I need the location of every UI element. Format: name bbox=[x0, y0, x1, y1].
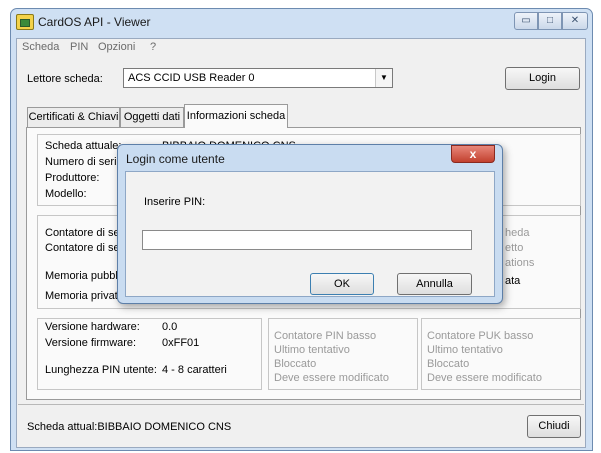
ok-button[interactable]: OK bbox=[310, 273, 374, 295]
chiudi-button[interactable]: Chiudi bbox=[527, 415, 581, 438]
memory-label-2: Contatore di ses bbox=[45, 242, 126, 254]
card-label-scheda-attuale: Scheda attuale: bbox=[45, 140, 122, 152]
login-button[interactable]: Login bbox=[505, 67, 580, 90]
pin-length-value: 4 - 8 caratteri bbox=[162, 364, 227, 376]
minimize-button[interactable]: ▭ bbox=[514, 12, 538, 30]
menu-scheda[interactable]: Scheda bbox=[22, 41, 59, 53]
close-window-button[interactable]: ✕ bbox=[562, 12, 588, 30]
window-title: CardOS API - Viewer bbox=[38, 15, 151, 29]
reader-select[interactable]: ACS CCID USB Reader 0 ▼ bbox=[123, 68, 393, 88]
close-icon: ✕ bbox=[570, 15, 580, 26]
dialog-title: Login come utente bbox=[126, 152, 225, 166]
maximize-icon: □ bbox=[546, 15, 554, 26]
pin-status-must-change: Deve essere modificato bbox=[274, 372, 389, 384]
pin-input[interactable] bbox=[142, 230, 472, 250]
reader-label: Lettore scheda: bbox=[27, 73, 103, 85]
puk-status-must-change: Deve essere modificato bbox=[427, 372, 542, 384]
memory-label-1: Contatore di ses bbox=[45, 227, 126, 239]
memory-state-3: ations bbox=[505, 257, 535, 269]
status-separator bbox=[18, 404, 584, 405]
puk-status-last-try: Ultimo tentativo bbox=[427, 344, 503, 356]
memory-label-4: Memoria privata bbox=[45, 290, 124, 302]
tab-certificati[interactable]: Certificati & Chiavi bbox=[27, 107, 120, 127]
memory-state-2: etto bbox=[505, 242, 524, 254]
tab-oggetti-dati[interactable]: Oggetti dati bbox=[120, 107, 184, 127]
hw-version-label: Versione hardware: bbox=[45, 321, 140, 333]
fw-version-label: Versione firmware: bbox=[45, 337, 137, 349]
tab-informazioni-scheda[interactable]: Informazioni scheda bbox=[184, 104, 288, 128]
memory-label-3: Memoria pubblic bbox=[45, 270, 126, 282]
menu-help[interactable]: ? bbox=[150, 41, 156, 53]
pin-status-last-try: Ultimo tentativo bbox=[274, 344, 350, 356]
pin-status-blocked: Bloccato bbox=[274, 358, 317, 370]
memory-state-1: heda bbox=[505, 227, 530, 239]
card-label-produttore: Produttore: bbox=[45, 172, 100, 184]
puk-status-blocked: Bloccato bbox=[427, 358, 470, 370]
pin-length-label: Lunghezza PIN utente: bbox=[45, 364, 157, 376]
dialog-close-button[interactable]: x bbox=[451, 145, 495, 163]
fw-version-value: 0xFF01 bbox=[162, 337, 200, 349]
maximize-button[interactable]: □ bbox=[538, 12, 562, 30]
pin-prompt-label: Inserire PIN: bbox=[144, 196, 206, 208]
card-label-modello: Modello: bbox=[45, 188, 87, 200]
reader-select-value: ACS CCID USB Reader 0 bbox=[128, 72, 255, 84]
puk-status-counter-low: Contatore PUK basso bbox=[427, 330, 534, 342]
chevron-down-icon[interactable]: ▼ bbox=[375, 69, 392, 87]
pin-status-counter-low: Contatore PIN basso bbox=[274, 330, 377, 342]
annulla-button[interactable]: Annulla bbox=[397, 273, 472, 295]
card-label-numero-serie: Numero di serie: bbox=[45, 156, 126, 168]
menu-opzioni[interactable]: Opzioni bbox=[98, 41, 135, 53]
card-app-icon bbox=[16, 14, 34, 30]
status-text: Scheda attual:BIBBAIO DOMENICO CNS bbox=[27, 421, 232, 433]
menu-pin[interactable]: PIN bbox=[70, 41, 88, 53]
close-icon: x bbox=[469, 147, 477, 161]
minimize-icon: ▭ bbox=[521, 15, 531, 26]
memory-state-4: ata bbox=[505, 275, 521, 287]
hw-version-value: 0.0 bbox=[162, 321, 178, 333]
